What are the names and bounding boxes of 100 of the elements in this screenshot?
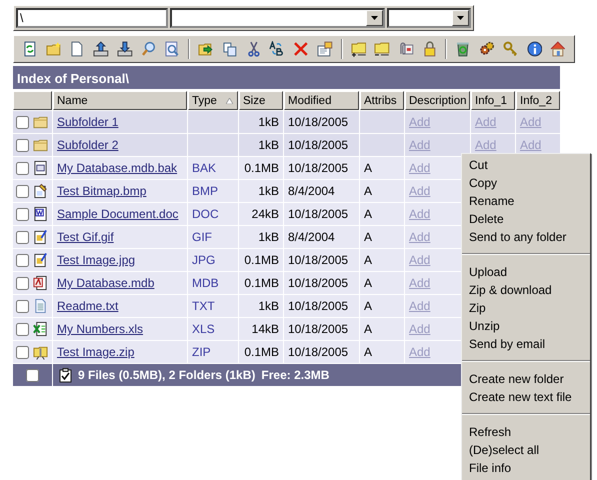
menu-item[interactable]: Unzip — [462, 318, 590, 336]
attachment-icon[interactable] — [398, 41, 414, 57]
size-cell: 1kB — [239, 111, 283, 133]
file-link[interactable]: Sample Document.doc — [57, 207, 178, 221]
dropdown-field[interactable] — [387, 8, 471, 28]
row-checkbox[interactable] — [16, 162, 29, 174]
file-link[interactable]: Test Bitmap.bmp — [57, 184, 146, 198]
row-checkbox[interactable] — [16, 208, 29, 220]
file-link[interactable]: Readme.txt — [57, 299, 118, 313]
type-cell: BMP — [188, 180, 238, 202]
menu-item[interactable]: Rename — [462, 193, 590, 211]
cut-icon[interactable] — [246, 41, 262, 57]
upload-icon[interactable] — [93, 41, 109, 57]
free-space-text: Free: 2.3MB — [261, 368, 330, 382]
size-cell: 1kB — [239, 180, 283, 202]
home-icon[interactable] — [550, 41, 566, 57]
type-cell: BAK — [188, 157, 238, 179]
caret-icon — [371, 16, 378, 20]
file-link[interactable]: Test Image.jpg — [57, 253, 136, 267]
keys-icon[interactable] — [502, 41, 519, 57]
row-checkbox[interactable] — [16, 346, 29, 358]
file-link[interactable]: My Database.mdb — [57, 276, 154, 290]
row-checkbox[interactable] — [16, 322, 29, 336]
attribute-cell: A — [360, 318, 404, 340]
folder-link[interactable]: Subfolder 1 — [57, 115, 118, 129]
date-cell: 10/18/2005 — [284, 341, 359, 363]
path-field[interactable]: \ — [16, 8, 168, 28]
size-cell: 1kB — [239, 295, 283, 317]
select-all-checkbox[interactable] — [26, 368, 39, 382]
new-folder-icon[interactable] — [46, 41, 62, 57]
header-cell[interactable] — [13, 91, 52, 110]
info-icon[interactable] — [526, 41, 542, 57]
menu-item[interactable]: Send by email — [462, 336, 590, 354]
menu-item[interactable]: Upload — [462, 264, 590, 282]
type-cell: JPG — [188, 249, 238, 271]
menu-item[interactable]: Create new text file — [462, 389, 590, 407]
file-link[interactable]: Test Image.zip — [57, 345, 134, 359]
menu-item[interactable]: Zip & download — [462, 282, 590, 300]
dropdown-field[interactable] — [170, 8, 386, 28]
column-header[interactable]: Name — [53, 91, 187, 110]
menu-item[interactable]: Create new folder — [462, 371, 590, 389]
summary-text: 9 Files (0.5MB), 2 Folders (1kB) — [78, 368, 256, 382]
row-checkbox[interactable] — [16, 254, 29, 266]
type-cell: MDB — [188, 272, 238, 294]
lock-icon[interactable] — [422, 41, 438, 57]
preview-icon[interactable] — [164, 41, 180, 57]
row-checkbox[interactable] — [16, 300, 29, 312]
menu-item[interactable]: Send to any folder — [462, 229, 590, 247]
size-cell: 14kB — [239, 318, 283, 340]
folder-icon — [33, 137, 48, 153]
date-cell: 10/18/2005 — [284, 272, 359, 294]
menu-item[interactable]: Delete — [462, 211, 590, 229]
copy-icon[interactable] — [222, 41, 238, 57]
add-folder-icon[interactable] — [350, 41, 366, 57]
remove-folder-icon[interactable] — [374, 41, 390, 57]
size-cell: 0.1MB — [239, 341, 283, 363]
new-file-icon[interactable] — [69, 41, 86, 57]
file-link[interactable]: My Database.mdb.bak — [57, 161, 178, 175]
column-header[interactable]: Size — [239, 91, 283, 110]
type-cell: DOC — [188, 203, 238, 225]
type-cell: TXT — [188, 295, 238, 317]
column-header[interactable]: Modified — [284, 91, 359, 110]
menu-item[interactable]: Zip — [462, 300, 590, 318]
caret-icon — [457, 16, 464, 20]
attribute-cell: A — [360, 226, 404, 248]
menu-item[interactable]: Cut — [462, 157, 590, 175]
column-header[interactable]: Attribs — [360, 91, 404, 110]
row-checkbox[interactable] — [16, 138, 29, 152]
file-link[interactable]: My Numbers.xls — [57, 322, 144, 336]
refresh-icon[interactable] — [22, 41, 38, 57]
row-checkbox[interactable] — [16, 184, 29, 198]
window-file-icon — [33, 160, 48, 176]
menu-item[interactable]: Refresh — [462, 424, 590, 442]
properties-icon[interactable] — [316, 41, 333, 57]
menu-item[interactable]: Copy — [462, 175, 590, 193]
attribute-cell: A — [360, 203, 404, 225]
row-checkbox[interactable] — [16, 116, 29, 128]
folder-icon — [33, 114, 48, 130]
menu-item[interactable]: (De)select all — [462, 442, 590, 460]
sort-icon — [226, 98, 233, 104]
folder-link[interactable]: Subfolder 2 — [57, 138, 118, 152]
menu-item[interactable]: File info — [462, 460, 590, 478]
rename-icon[interactable] — [269, 41, 286, 57]
column-header[interactable]: Type — [188, 91, 238, 110]
spreadsheet-icon — [33, 321, 48, 337]
move-icon[interactable] — [198, 41, 214, 57]
type-cell: XLS — [188, 318, 238, 340]
column-header[interactable]: Description — [405, 91, 470, 110]
delete-icon[interactable] — [293, 41, 309, 57]
row-checkbox[interactable] — [16, 230, 29, 244]
column-header[interactable]: Info_1 — [471, 91, 515, 110]
attribute-cell: A — [360, 157, 404, 179]
date-cell: 10/18/2005 — [284, 157, 359, 179]
row-checkbox[interactable] — [16, 276, 29, 290]
gears-icon[interactable] — [479, 41, 495, 57]
search-icon[interactable] — [140, 41, 156, 57]
recycle-bin-icon[interactable] — [455, 41, 472, 57]
download-icon[interactable] — [116, 41, 133, 57]
file-link[interactable]: Test Gif.gif — [57, 230, 114, 244]
column-header[interactable]: Info_2 — [516, 91, 560, 110]
